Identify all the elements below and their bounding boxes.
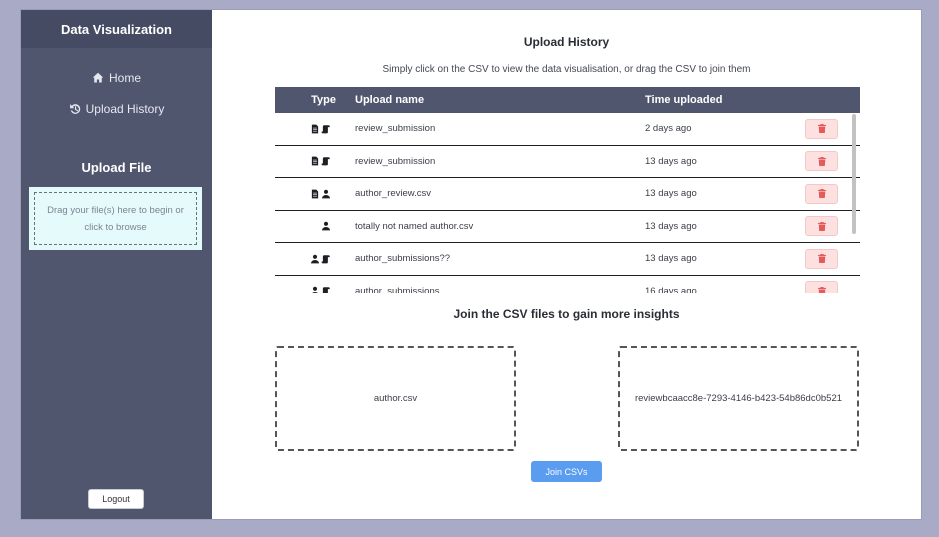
user-icon <box>321 222 331 231</box>
home-icon <box>92 72 104 83</box>
file-icon <box>311 189 319 199</box>
table-row[interactable]: author_submissions 16 days ago <box>275 275 860 293</box>
table-row[interactable]: author_submissions?? 13 days ago <box>275 243 860 276</box>
join-dropzone-right[interactable]: reviewbcaacc8e-7293-4146-b423-54b86dc0b5… <box>618 346 859 451</box>
delete-button[interactable] <box>805 281 838 293</box>
row-upload-name: author_review.csv <box>355 188 432 200</box>
nav-upload-history[interactable]: Upload History <box>21 99 212 119</box>
trash-icon <box>817 189 826 199</box>
row-type <box>275 254 341 264</box>
brand-title: Data Visualization <box>21 10 212 48</box>
user-icon <box>310 254 320 264</box>
row-actions <box>805 281 860 293</box>
header-time-uploaded: Time uploaded <box>645 94 723 106</box>
scroll-icon <box>321 255 330 264</box>
app-window: Data Visualization Home Upload History U… <box>20 9 922 520</box>
dropzone-text: Drag your file(s) here to begin or click… <box>34 192 197 245</box>
table-header: Type Upload name Time uploaded <box>275 87 860 113</box>
main-content: Upload History Simply click on the CSV t… <box>212 10 921 519</box>
sidebar: Data Visualization Home Upload History U… <box>21 10 212 519</box>
trash-icon <box>817 286 826 293</box>
row-upload-name: author_submissions <box>355 285 440 293</box>
header-type: Type <box>311 94 336 106</box>
scroll-icon <box>321 125 330 134</box>
header-upload-name: Upload name <box>355 94 425 106</box>
row-time-uploaded: 13 days ago <box>645 155 697 167</box>
row-actions <box>805 248 860 269</box>
table-row[interactable]: author_review.csv 13 days ago <box>275 178 860 211</box>
row-type <box>275 124 341 134</box>
row-upload-name: review_submission <box>355 123 436 135</box>
upload-history-table[interactable]: Type Upload name Time uploaded review_su… <box>275 87 860 293</box>
table-scrollbar[interactable] <box>852 114 856 234</box>
upload-file-heading: Upload File <box>81 160 152 175</box>
logout-button[interactable]: Logout <box>88 489 144 509</box>
file-icon <box>311 124 319 134</box>
delete-button[interactable] <box>805 151 838 172</box>
row-upload-name: author_submissions?? <box>355 253 451 265</box>
trash-icon <box>817 156 826 166</box>
page-subtitle: Simply click on the CSV to view the data… <box>382 64 751 75</box>
row-time-uploaded: 13 days ago <box>645 220 697 232</box>
scroll-icon <box>322 287 330 293</box>
trash-icon <box>817 221 826 231</box>
delete-button[interactable] <box>805 216 838 237</box>
history-icon <box>69 104 80 114</box>
row-upload-name: review_submission <box>355 155 436 167</box>
row-time-uploaded: 13 days ago <box>645 253 697 265</box>
delete-button[interactable] <box>805 118 838 139</box>
row-type <box>275 156 341 166</box>
user-icon <box>312 287 318 293</box>
row-upload-name: totally not named author.csv <box>355 220 474 232</box>
table-row[interactable]: review_submission 2 days ago <box>275 113 860 146</box>
row-type <box>275 286 341 293</box>
file-icon <box>311 156 319 166</box>
join-csvs-button[interactable]: Join CSVs <box>531 461 602 482</box>
join-heading: Join the CSV files to gain more insights <box>453 307 680 321</box>
file-dropzone[interactable]: Drag your file(s) here to begin or click… <box>29 187 202 250</box>
row-type <box>275 221 341 231</box>
nav-home[interactable]: Home <box>21 68 212 88</box>
row-type <box>275 189 341 199</box>
nav-upload-history-label: Upload History <box>85 102 165 116</box>
trash-icon <box>817 124 826 134</box>
row-time-uploaded: 16 days ago <box>645 285 697 293</box>
table-row[interactable]: review_submission 13 days ago <box>275 145 860 178</box>
trash-icon <box>817 254 826 264</box>
user-icon <box>321 189 331 199</box>
delete-button[interactable] <box>805 183 838 204</box>
join-dropzone-left[interactable]: author.csv <box>275 346 516 451</box>
table-body: review_submission 2 days ago review_submis… <box>275 113 860 293</box>
row-time-uploaded: 2 days ago <box>645 123 692 135</box>
table-row[interactable]: totally not named author.csv 13 days ago <box>275 210 860 243</box>
scroll-icon <box>321 157 330 166</box>
delete-button[interactable] <box>805 248 838 269</box>
nav-home-label: Home <box>108 71 141 85</box>
page-title: Upload History <box>523 35 610 49</box>
row-time-uploaded: 13 days ago <box>645 188 697 200</box>
